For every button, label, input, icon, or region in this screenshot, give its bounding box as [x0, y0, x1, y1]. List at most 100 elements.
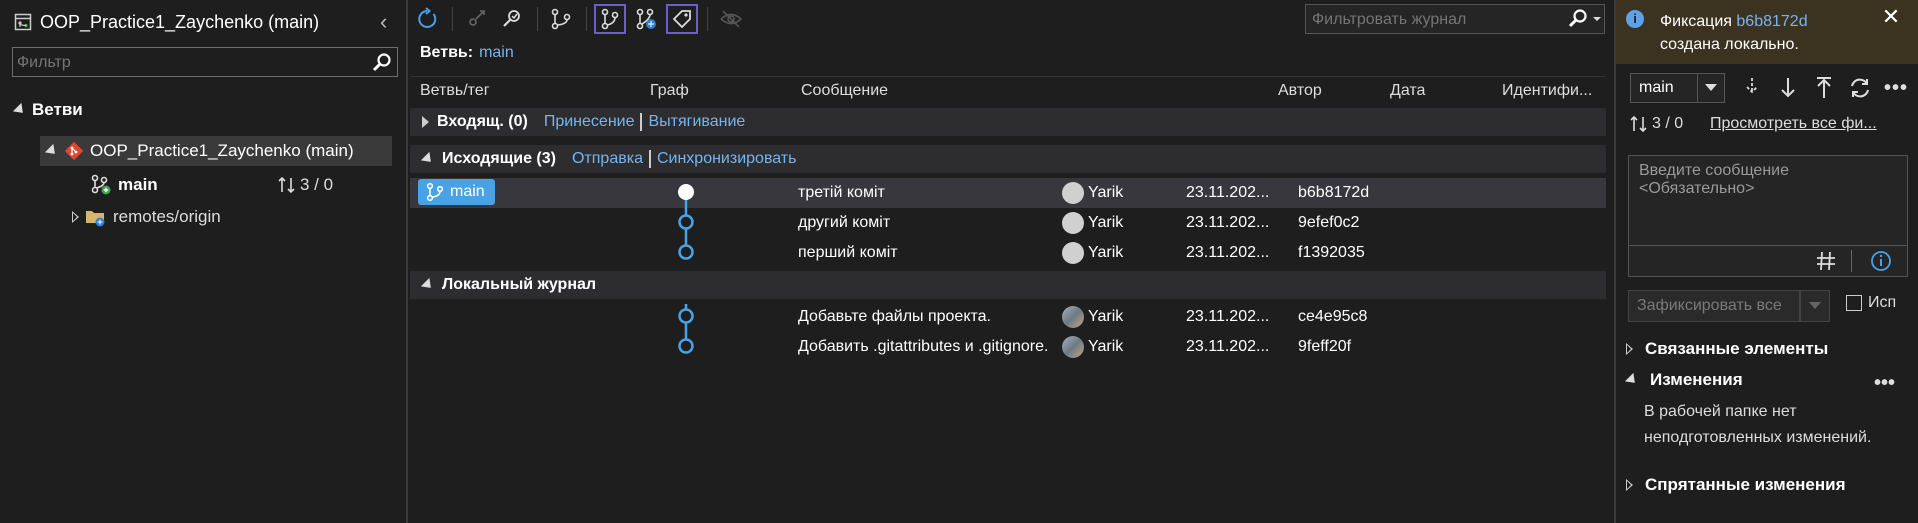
checkbox[interactable] [1846, 295, 1862, 311]
commit-row[interactable]: третій коміт Yarik 23.11.202... b6b8172d [410, 178, 1606, 208]
avatar [1062, 336, 1084, 358]
journal-filter-search-button[interactable] [1567, 8, 1602, 30]
collapsed-caret-icon [422, 116, 429, 128]
hash-icon [1817, 251, 1835, 271]
eye-off-icon [720, 10, 743, 28]
commit-all-button[interactable]: Зафиксировать все [1628, 290, 1800, 322]
commit-date: 23.11.202... [1186, 214, 1270, 231]
info-icon [1871, 251, 1891, 271]
incoming-section[interactable]: Входящ. (0) Принесение Вытягивание [410, 108, 1606, 136]
commit-message-box[interactable] [1628, 155, 1909, 277]
more-icon: ••• [1883, 76, 1908, 99]
commit-row[interactable]: перший коміт Yarik 23.11.202... f1392035 [410, 238, 1606, 268]
sync-link[interactable]: Синхронизировать [657, 150, 797, 168]
main-counts: 3 / 0 [300, 175, 334, 194]
journal-filter-input[interactable] [1306, 5, 1554, 35]
branch-name-link[interactable]: main [479, 44, 514, 61]
commit-row[interactable]: другий коміт Yarik 23.11.202... 9efef0c2 [410, 208, 1606, 238]
notification-commit-link[interactable]: b6b8172d [1736, 13, 1807, 30]
tag-icon [672, 10, 691, 29]
current-branch-line: Ветвь: main [420, 44, 514, 62]
push-button[interactable] [1810, 74, 1838, 102]
commit-hash: f1392035 [1298, 244, 1365, 261]
branches-label: Ветви [32, 100, 83, 119]
related-items-section[interactable]: Связанные элементы [1626, 336, 1828, 362]
show-tags-toggle[interactable] [665, 3, 699, 35]
commit-row[interactable]: Добавить .gitattributes и .gitignore. Ya… [410, 332, 1606, 362]
refresh-button[interactable] [410, 3, 444, 35]
changes-section[interactable]: Изменения [1624, 367, 1743, 393]
branch-tag-main[interactable]: main [418, 179, 495, 205]
hide-button[interactable] [714, 3, 748, 35]
tree-item-repo[interactable]: OOP_Practice1_Zaychenko (main) [40, 136, 392, 166]
column-graph[interactable]: Граф [650, 82, 689, 100]
commit-hash: 9efef0c2 [1298, 214, 1360, 231]
pull-button[interactable] [1774, 74, 1802, 102]
changes-more-button[interactable]: ••• [1874, 372, 1895, 395]
column-id[interactable]: Идентифи... [1502, 82, 1592, 100]
commit-author: Yarik [1062, 242, 1123, 264]
outgoing-section[interactable]: Исходящие (3) Отправка Синхронизировать [410, 145, 1606, 173]
journal-filter[interactable] [1305, 4, 1605, 35]
show-branches-button[interactable] [544, 3, 578, 35]
local-journal-section[interactable]: Локальный журнал [410, 271, 1606, 299]
sync-button[interactable] [1846, 74, 1874, 102]
fetch-link[interactable]: Принесение [544, 113, 635, 131]
chevron-left-icon: ‹ [380, 9, 388, 34]
expanded-caret-icon [1624, 372, 1640, 388]
collapsed-caret-icon [1626, 343, 1633, 355]
toolbar-separator [707, 7, 708, 31]
close-notification-button[interactable]: ✕ [1878, 4, 1904, 30]
branch-filter-input[interactable] [13, 48, 359, 78]
arrow-up-icon [1817, 77, 1831, 98]
search-icon[interactable] [371, 52, 393, 74]
show-remote-branches-button[interactable] [629, 3, 663, 35]
push-link[interactable]: Отправка [572, 150, 643, 168]
toolbar-separator [537, 7, 538, 31]
commit-row[interactable]: Добавьте файлы проекта. Yarik 23.11.202.… [410, 302, 1606, 332]
remote-folder-icon [85, 207, 107, 227]
commit-graph [678, 184, 694, 354]
column-author[interactable]: Автор [1278, 82, 1322, 100]
branches-panel [0, 0, 408, 523]
outgoing-label: Исходящие (3) [442, 150, 556, 167]
fetch-button[interactable] [1738, 74, 1766, 102]
graph-node [678, 338, 694, 354]
tree-item-remotes[interactable]: remotes/origin [72, 202, 221, 232]
column-message[interactable]: Сообщение [801, 82, 888, 100]
collapse-panel-button[interactable]: ‹ [380, 10, 400, 34]
hash-reference-button[interactable] [1815, 250, 1837, 272]
branch-dropdown[interactable]: main [1630, 73, 1725, 103]
info-button[interactable] [1869, 249, 1893, 273]
commit-author: Yarik [1062, 306, 1123, 328]
go-to-child-button[interactable] [459, 3, 493, 35]
column-branch-tag[interactable]: Ветвь/тег [420, 82, 490, 100]
more-actions-button[interactable]: ••• [1882, 74, 1910, 102]
main-branch-label: main [118, 175, 158, 194]
avatar [1062, 182, 1084, 204]
show-local-branches-toggle[interactable] [593, 3, 627, 35]
amend-label: Исп [1868, 294, 1897, 311]
tree-item-main[interactable]: main [90, 170, 158, 200]
pull-link[interactable]: Вытягивание [648, 113, 745, 131]
chevron-down-icon [1809, 302, 1821, 309]
commit-date: 23.11.202... [1186, 308, 1270, 325]
remote-branch-icon [636, 8, 656, 30]
commit-message-input[interactable] [1629, 156, 1909, 248]
more-icon: ••• [1874, 372, 1896, 394]
column-date[interactable]: Дата [1390, 82, 1425, 100]
amend-checkbox[interactable]: Исп [1846, 294, 1916, 312]
branches-section[interactable]: Ветви [12, 95, 83, 125]
notification-prefix: Фиксация [1660, 13, 1732, 30]
commit-message: перший коміт [798, 244, 898, 261]
chevron-down-icon [1593, 17, 1601, 21]
commit-options-dropdown[interactable] [1800, 290, 1830, 322]
expanded-caret-icon [44, 143, 60, 159]
view-all-link[interactable]: Просмотреть все фи... [1710, 115, 1904, 133]
stashes-section[interactable]: Спрятанные изменения [1626, 472, 1846, 498]
branch-filter[interactable] [12, 47, 398, 78]
changes-empty-text: В рабочей папке нет неподготовленных изм… [1644, 403, 1872, 446]
repo-label: OOP_Practice1_Zaychenko (main) [90, 141, 354, 160]
commit-author: Yarik [1062, 182, 1123, 204]
go-to-parent-button[interactable] [495, 3, 529, 35]
